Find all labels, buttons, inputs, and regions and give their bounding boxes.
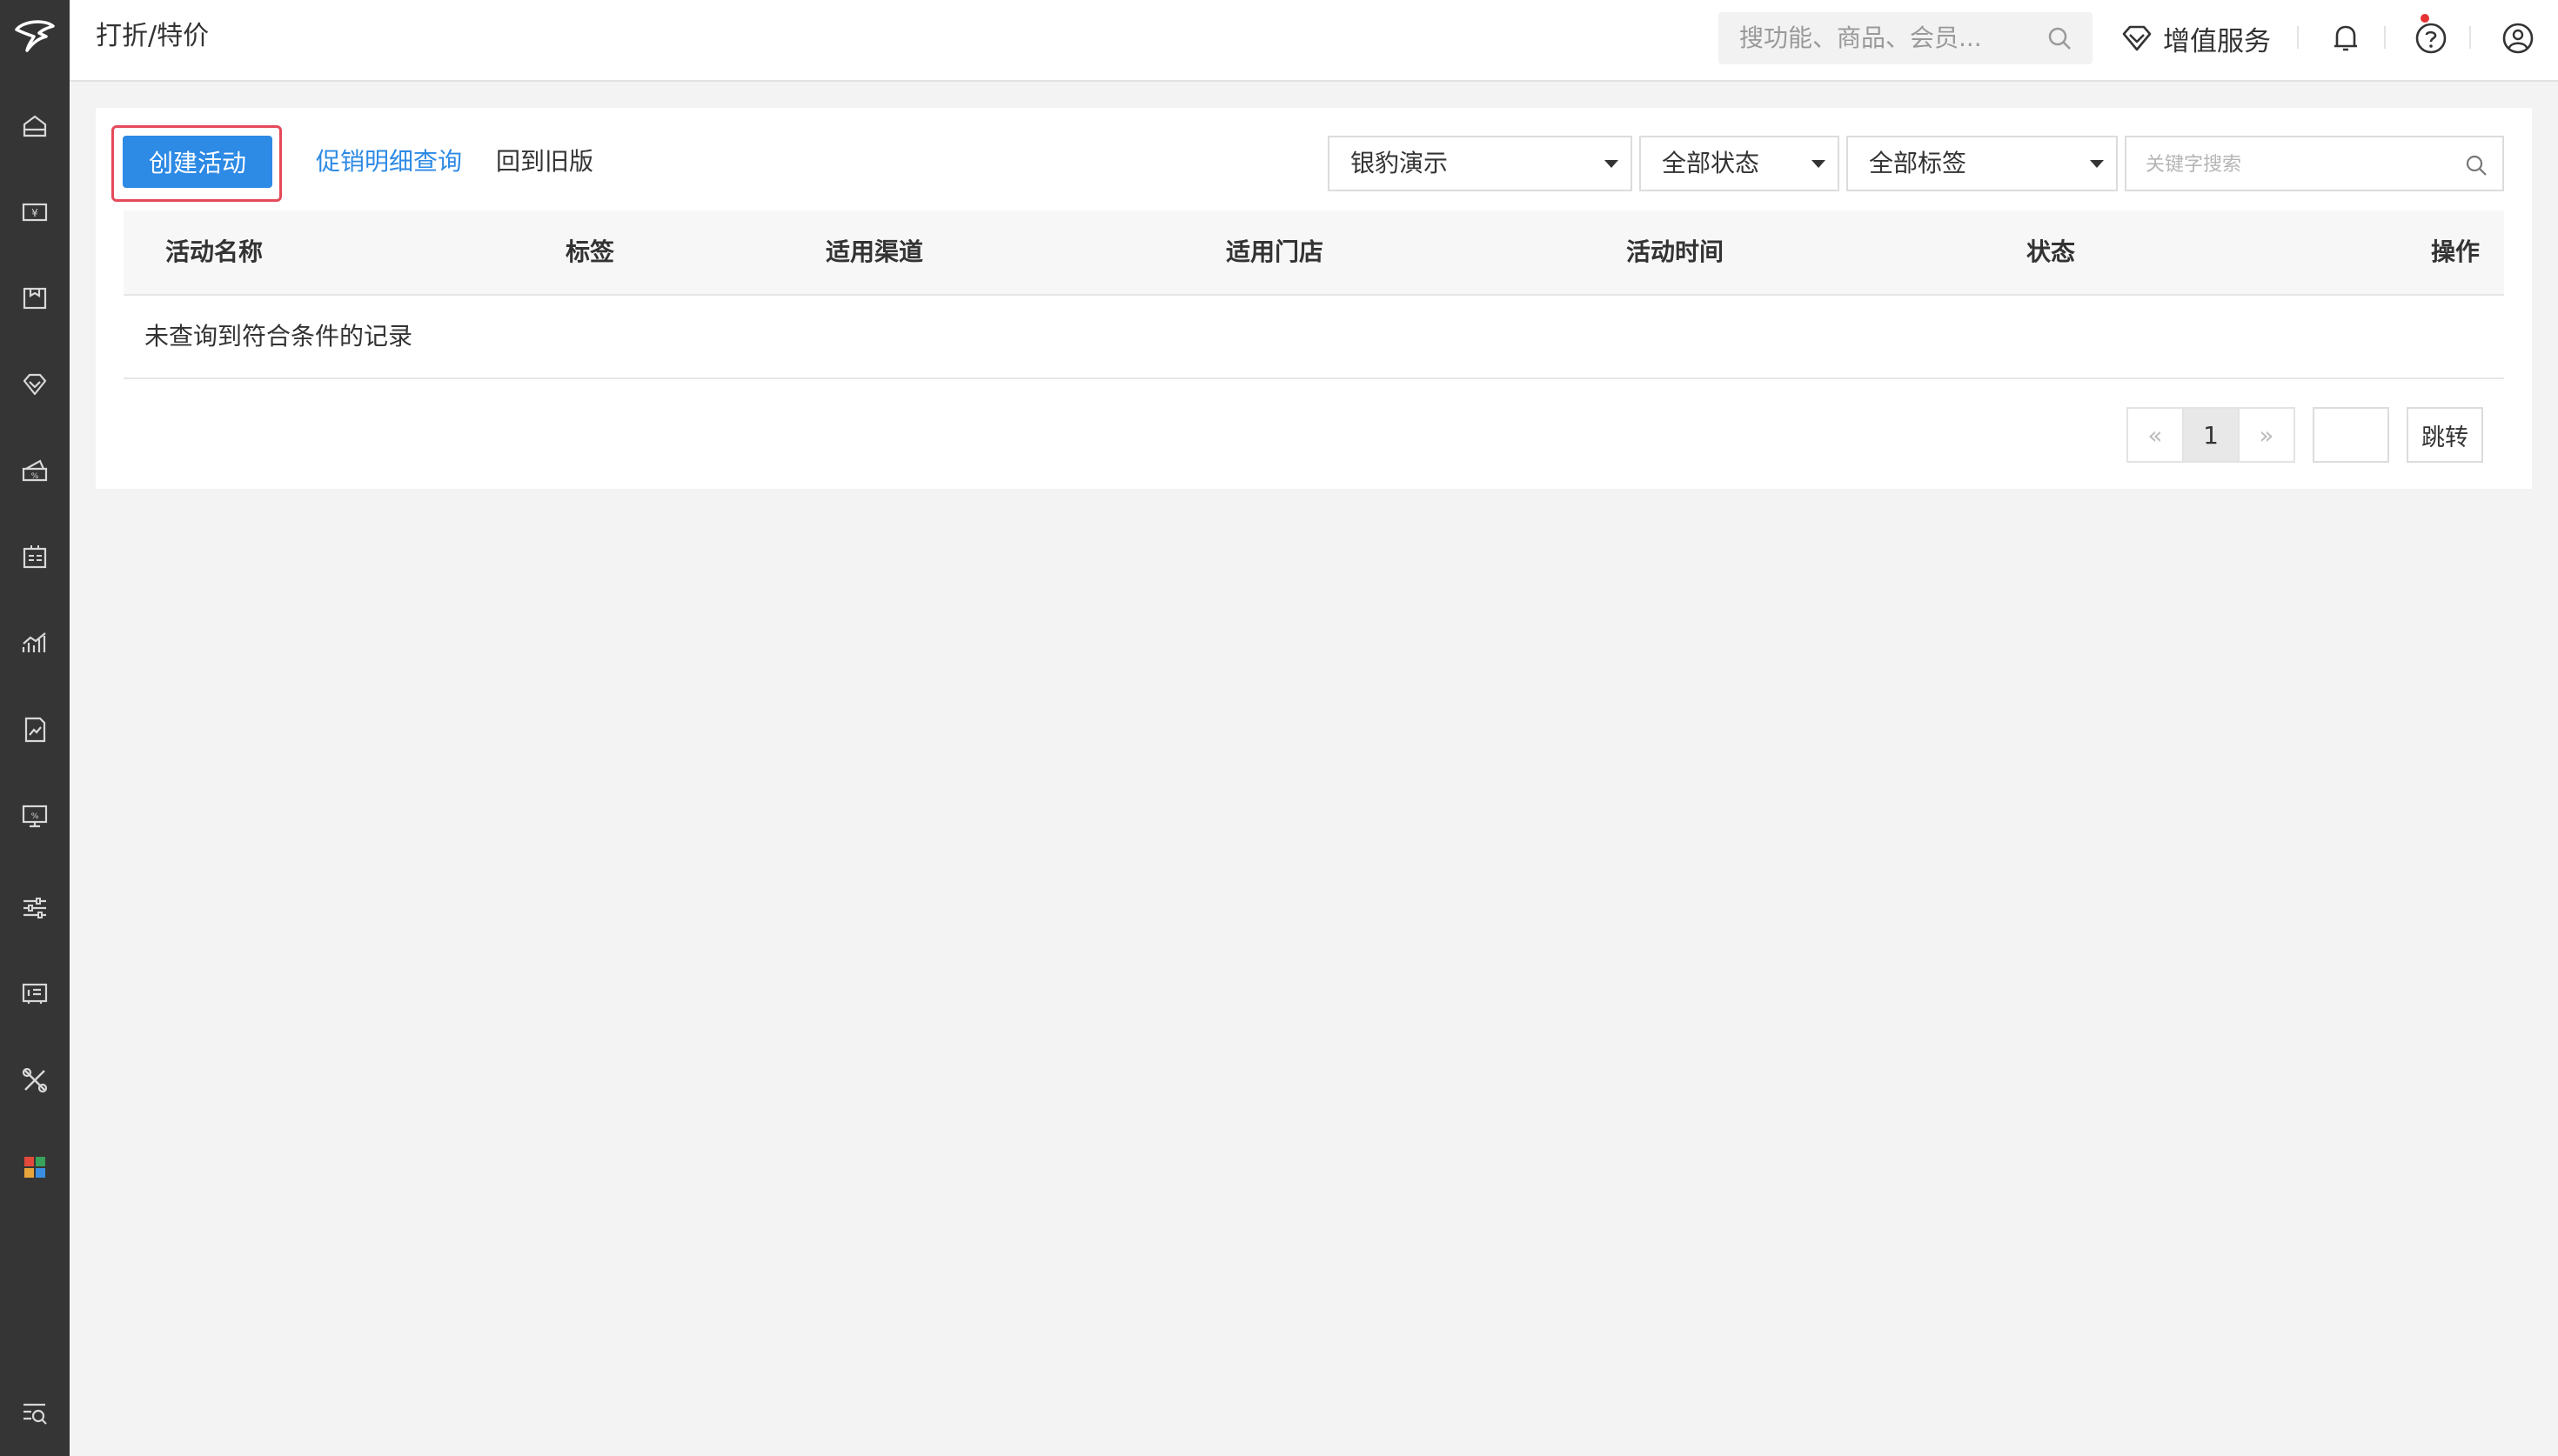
- store-select-value: 银豹演示: [1350, 149, 1449, 177]
- store-select[interactable]: 银豹演示: [1328, 136, 1632, 191]
- cashier-icon[interactable]: ¥: [16, 193, 54, 231]
- global-search-input[interactable]: 搜功能、商品、会员...: [1718, 12, 2093, 64]
- svg-text:%: %: [31, 472, 39, 481]
- device-icon[interactable]: [16, 974, 54, 1012]
- search-icon[interactable]: [2464, 153, 2488, 177]
- analytics-icon[interactable]: [16, 624, 54, 663]
- chevron-down-icon: [1604, 160, 1618, 168]
- column-header: 活动名称: [165, 237, 264, 266]
- column-header: 适用渠道: [826, 237, 924, 266]
- value-added-service-button[interactable]: 增值服务: [2119, 12, 2271, 64]
- tag-select[interactable]: 全部标签: [1846, 136, 2118, 191]
- global-search-placeholder: 搜功能、商品、会员...: [1739, 23, 1982, 52]
- pagination-page-1[interactable]: 1: [2182, 407, 2240, 463]
- back-to-old-version-link[interactable]: 回到旧版: [496, 143, 593, 177]
- keyword-search: [2125, 136, 2504, 191]
- column-header: 标签: [566, 237, 615, 266]
- svg-text:¥: ¥: [31, 207, 38, 219]
- column-header: 适用门店: [1226, 237, 1324, 266]
- logo-icon: [15, 20, 55, 52]
- promotion-detail-link[interactable]: 促销明细查询: [316, 143, 462, 177]
- report-icon[interactable]: [16, 711, 54, 749]
- bell-icon[interactable]: [2327, 19, 2365, 57]
- user-avatar-icon[interactable]: [2499, 19, 2537, 57]
- logo[interactable]: [0, 0, 70, 73]
- header-divider: [2469, 26, 2471, 49]
- help-icon[interactable]: [2412, 19, 2450, 57]
- status-select-value: 全部状态: [1662, 149, 1760, 177]
- goods-icon[interactable]: [16, 279, 54, 317]
- settings-sliders-icon[interactable]: [16, 889, 54, 927]
- home-icon[interactable]: [16, 107, 54, 145]
- value-added-service-label: 增值服务: [2163, 25, 2271, 57]
- page-title: 打折/特价: [96, 21, 210, 51]
- table-empty-row: 未查询到符合条件的记录: [124, 296, 2504, 379]
- search-menu-icon[interactable]: [16, 1393, 54, 1432]
- header-divider: [2297, 26, 2299, 49]
- monitor-icon[interactable]: %: [16, 797, 54, 835]
- tag-select-value: 全部标签: [1869, 149, 1967, 177]
- table-header: 活动名称 标签 适用渠道 适用门店 活动时间 状态 操作: [124, 210, 2504, 296]
- card-icon[interactable]: [16, 538, 54, 577]
- pagination-prev-button[interactable]: «: [2126, 407, 2184, 463]
- apps-icon[interactable]: [16, 1148, 54, 1186]
- promotion-icon[interactable]: %: [16, 452, 54, 491]
- header-divider: [2384, 26, 2386, 49]
- top-header: 打折/特价 搜功能、商品、会员... 增值服务: [70, 0, 2558, 82]
- create-activity-button[interactable]: 创建活动: [123, 136, 272, 188]
- sidebar: ¥ % %: [0, 0, 70, 1456]
- diamond-icon: [2122, 25, 2152, 51]
- svg-text:%: %: [31, 812, 39, 821]
- page-jump-button[interactable]: 跳转: [2407, 407, 2483, 463]
- page-jump-input[interactable]: [2314, 409, 2387, 459]
- column-header: 活动时间: [1626, 237, 1724, 266]
- search-icon[interactable]: [2046, 24, 2073, 52]
- chevron-down-icon: [2090, 160, 2104, 168]
- tools-icon[interactable]: [16, 1061, 54, 1099]
- column-header: 状态: [2026, 237, 2076, 266]
- keyword-search-input[interactable]: [2144, 144, 2461, 184]
- page-jump-field: [2313, 407, 2389, 463]
- member-icon[interactable]: [16, 365, 54, 404]
- status-select[interactable]: 全部状态: [1639, 136, 1839, 191]
- pagination-next-button[interactable]: »: [2238, 407, 2295, 463]
- column-header: 操作: [2431, 237, 2481, 266]
- empty-message: 未查询到符合条件的记录: [144, 322, 413, 351]
- chevron-down-icon: [1811, 160, 1825, 168]
